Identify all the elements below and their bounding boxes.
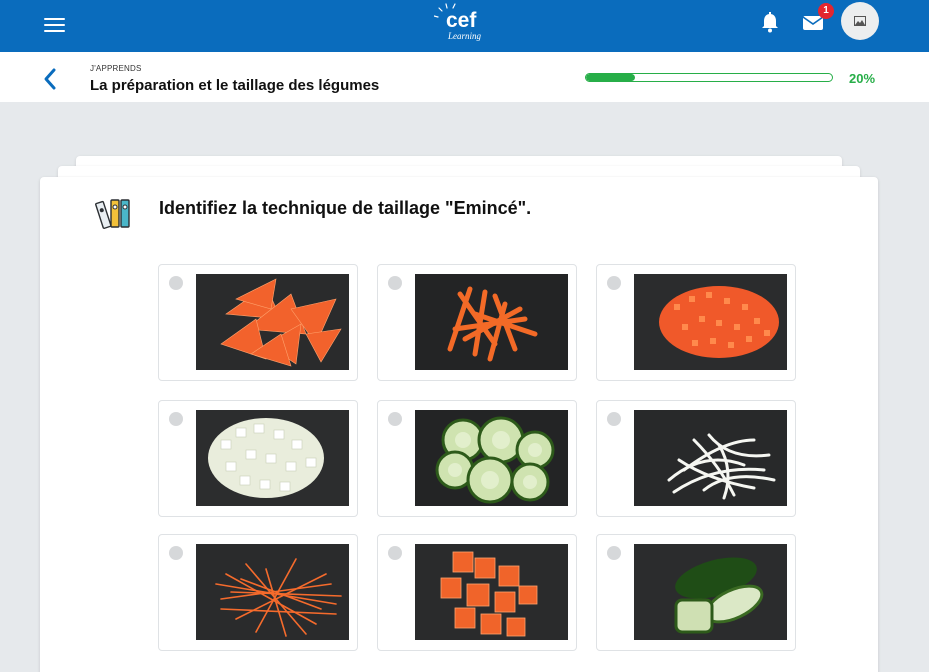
option-radio[interactable] <box>169 276 183 290</box>
option-carrot-triangles[interactable] <box>158 264 358 381</box>
cef-learning-logo[interactable]: cef Learning <box>433 3 494 45</box>
option-zucchini-halves[interactable] <box>596 534 796 651</box>
top-bar: cef Learning 1 <box>0 0 929 52</box>
progress-percent: 20% <box>849 71 876 86</box>
carrot-small-dice-photo <box>634 274 787 370</box>
option-radio[interactable] <box>388 412 402 426</box>
option-radio[interactable] <box>388 276 402 290</box>
option-carrot-julienne[interactable] <box>158 534 358 651</box>
carrot-sticks-photo <box>415 274 568 370</box>
option-carrot-cubes[interactable] <box>377 534 577 651</box>
image-placeholder-icon <box>854 16 866 26</box>
svg-text:Learning: Learning <box>447 31 482 41</box>
option-onion-strips[interactable] <box>596 400 796 517</box>
messages-badge: 1 <box>818 3 834 19</box>
zucchini-halves-photo <box>634 544 787 640</box>
hamburger-menu-icon[interactable] <box>40 12 70 38</box>
option-radio[interactable] <box>607 412 621 426</box>
chevron-left-icon[interactable] <box>40 67 60 91</box>
progress-bar-fill <box>586 74 636 81</box>
progress-bar <box>585 73 833 82</box>
page-title: La préparation et le taillage des légume… <box>90 77 380 94</box>
avatar[interactable] <box>841 2 879 40</box>
breadcrumb: J'APPRENDS <box>90 64 142 73</box>
option-radio[interactable] <box>388 546 402 560</box>
onion-strips-photo <box>634 410 787 506</box>
option-onion-dice[interactable] <box>158 400 358 517</box>
bell-icon[interactable] <box>759 11 781 33</box>
option-carrot-sticks[interactable] <box>377 264 577 381</box>
option-radio[interactable] <box>607 546 621 560</box>
binders-icon <box>95 196 133 230</box>
carrot-triangles-photo <box>196 274 349 370</box>
carrot-julienne-photo <box>196 544 349 640</box>
option-radio[interactable] <box>169 546 183 560</box>
svg-text:cef: cef <box>446 9 477 32</box>
cucumber-rounds-photo <box>415 410 568 506</box>
option-carrot-small-dice[interactable] <box>596 264 796 381</box>
course-header: J'APPRENDS La préparation et le taillage… <box>0 52 929 102</box>
option-radio[interactable] <box>169 412 183 426</box>
question-text: Identifiez la technique de taillage "Emi… <box>159 198 532 218</box>
onion-dice-photo <box>196 410 349 506</box>
carrot-cubes-photo <box>415 544 568 640</box>
option-radio[interactable] <box>607 276 621 290</box>
option-cucumber-rounds[interactable] <box>377 400 577 517</box>
